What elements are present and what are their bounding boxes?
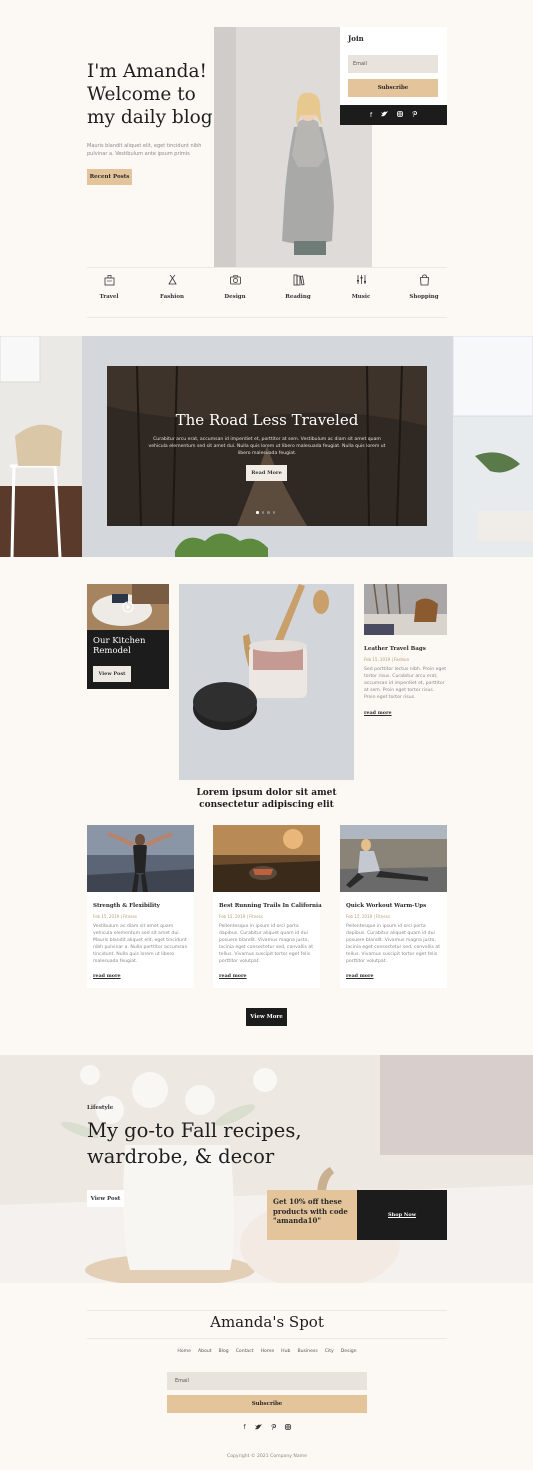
facebook-icon[interactable]: f <box>243 1424 245 1432</box>
post-excerpt: Pellentesque in ipsum id orci porta dapi… <box>346 924 441 964</box>
post-title[interactable]: Quick Workout Warm-Ups <box>346 903 426 909</box>
post-card[interactable]: Best Running Trails In California Feb 15… <box>213 825 322 988</box>
side-post-meta: Feb 15, 2019 | Fashion <box>364 657 410 662</box>
footer-divider-bottom <box>87 1338 447 1339</box>
view-post-button[interactable]: View Post <box>93 666 131 682</box>
post-photo <box>340 825 447 892</box>
join-title: Join <box>348 34 364 43</box>
footer-divider-top <box>87 1310 447 1311</box>
post-title[interactable]: Strength & Flexibility <box>93 903 160 909</box>
category-design[interactable]: Design <box>210 273 260 300</box>
read-more-button[interactable]: Read More <box>246 465 287 481</box>
post-read-more[interactable]: read more <box>93 973 121 979</box>
post-card[interactable]: Strength & Flexibility Feb 15, 2019 | Fi… <box>87 825 194 988</box>
social-bar: f <box>340 105 447 125</box>
footer-nav-blog[interactable]: Blog <box>219 1349 229 1354</box>
footer-nav-home-2[interactable]: Home <box>261 1349 275 1354</box>
music-icon <box>356 275 366 284</box>
shop-now-box[interactable]: Shop Now <box>357 1190 447 1240</box>
featured-photo <box>179 584 354 780</box>
side-post-excerpt: Sed porttitor lectus nibh. Proin eget to… <box>364 667 447 700</box>
hero-text: Mauris blandit aliquet elit, eget tincid… <box>87 143 202 157</box>
books-icon <box>293 274 304 286</box>
post-title[interactable]: Best Running Trails In California <box>219 903 322 909</box>
footer-nav-home[interactable]: Home <box>177 1349 191 1354</box>
slide-title: The Road Less Traveled <box>175 411 359 429</box>
post-read-more[interactable]: read more <box>346 973 374 979</box>
categories-divider <box>87 317 447 318</box>
post-photo <box>87 825 194 892</box>
footer-nav-contact[interactable]: Contact <box>236 1349 254 1354</box>
category-label: Travel <box>99 294 119 300</box>
join-email-field[interactable]: Email <box>348 55 438 73</box>
category-label: Shopping <box>409 294 439 300</box>
travel-icon <box>104 275 114 286</box>
footer-social: f <box>87 1424 447 1432</box>
recent-posts-button[interactable]: Recent Posts <box>87 169 132 185</box>
view-more-button[interactable]: View More <box>246 1008 287 1026</box>
footer-subscribe-button[interactable]: Subscribe <box>167 1395 367 1413</box>
post-meta: Feb 15, 2019 | Fitness <box>93 914 137 919</box>
footer-nav-business[interactable]: Business <box>297 1349 317 1354</box>
footer-nav-about[interactable]: About <box>198 1349 212 1354</box>
slider-dot[interactable] <box>272 511 275 514</box>
category-fashion[interactable]: Fashion <box>147 273 197 300</box>
side-post-title[interactable]: Leather Travel Bags <box>364 646 426 652</box>
instagram-icon[interactable] <box>397 111 403 119</box>
category-label: Fashion <box>159 294 185 300</box>
banner-category-tag: Lifestyle <box>87 1105 114 1111</box>
post-card[interactable]: Quick Workout Warm-Ups Feb 15, 2019 | Fi… <box>340 825 447 988</box>
category-label: Design <box>224 294 246 300</box>
category-label: Reading <box>285 294 311 300</box>
slider-dot[interactable] <box>256 511 259 514</box>
copyright-text: Copyright © 2021 Company Name <box>227 1454 307 1459</box>
slider-pagination <box>256 511 275 514</box>
camera-icon <box>229 275 241 285</box>
hero-divider <box>87 267 447 268</box>
footer-nav: Home About Blog Contact Home Hub Busines… <box>87 1349 447 1354</box>
join-subscribe-button[interactable]: Subscribe <box>348 79 438 97</box>
post-meta: Feb 15, 2019 | Fitness <box>346 914 390 919</box>
footer-nav-design[interactable]: Design <box>341 1349 357 1354</box>
category-travel[interactable]: Travel <box>84 273 134 300</box>
banner-title: My go-to Fall recipes, wardrobe, & decor <box>87 1119 302 1168</box>
facebook-icon[interactable]: f <box>370 112 372 119</box>
post-photo <box>213 825 320 892</box>
category-shopping[interactable]: Shopping <box>399 273 449 300</box>
banner-view-post-button[interactable]: View Post <box>87 1190 124 1207</box>
hero-title: I'm Amanda! Welcome to my daily blog <box>87 61 213 128</box>
travel-bags-photo <box>364 583 447 635</box>
slide-text: Curabitur arcu erat, accumsan id imperdi… <box>148 437 386 456</box>
kitchen-photo <box>87 584 169 630</box>
shop-now-link[interactable]: Shop Now <box>388 1212 416 1218</box>
slider-dot[interactable] <box>267 511 270 514</box>
twitter-icon[interactable] <box>254 1424 262 1432</box>
kitchen-post-title[interactable]: Our Kitchen Remodel <box>93 636 168 656</box>
featured-post-title[interactable]: Lorem ipsum dolor sit amet consectetur a… <box>170 787 363 811</box>
footer-logo[interactable]: Amanda's Spot <box>87 1313 447 1331</box>
footer-email-field[interactable]: Email <box>167 1372 367 1390</box>
pinterest-icon[interactable] <box>412 111 418 119</box>
post-excerpt: Pellentesque in ipsum id orci porta dapi… <box>219 924 314 964</box>
slider-dot[interactable] <box>261 511 264 514</box>
twitter-icon[interactable] <box>381 111 389 119</box>
footer-nav-hub[interactable]: Hub <box>281 1349 290 1354</box>
footer-nav-city[interactable]: City <box>325 1349 334 1354</box>
pinterest-icon[interactable] <box>270 1424 276 1432</box>
post-read-more[interactable]: read more <box>219 973 247 979</box>
category-label: Music <box>351 294 371 300</box>
post-excerpt: Vestibulum ac diam sit amet quam vehicul… <box>93 924 188 964</box>
post-meta: Feb 15, 2019 | Fitness <box>219 914 263 919</box>
fashion-icon <box>167 274 177 285</box>
category-reading[interactable]: Reading <box>273 273 323 300</box>
shopping-icon <box>419 274 429 286</box>
promo-text: Get 10% off these products with code "am… <box>273 1197 348 1225</box>
instagram-icon[interactable] <box>284 1424 291 1432</box>
side-post-read-more[interactable]: read more <box>364 710 392 716</box>
category-music[interactable]: Music <box>336 273 386 300</box>
